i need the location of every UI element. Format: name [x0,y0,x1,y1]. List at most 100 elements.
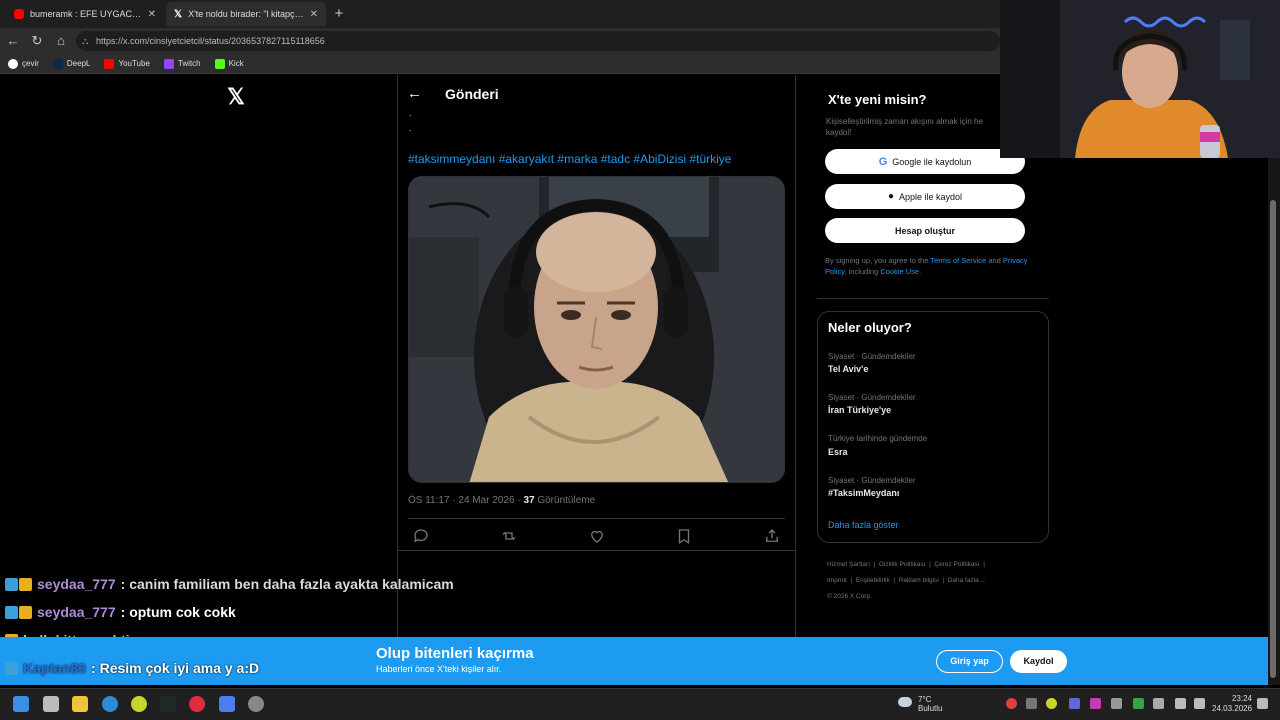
tab-title: bumeramk : EFE UYGAC AKIMI TE [30,9,142,19]
crown-icon [19,605,32,619]
bookmark-kick[interactable]: Kick [214,58,244,69]
post-image[interactable] [408,176,785,483]
url-text: https://x.com/cinsiyetcietcil/status/203… [96,36,325,46]
chat-message: Kaptan80 : Resim çok iyi ama y a:D [5,660,259,676]
microphone-icon[interactable] [1153,698,1164,709]
repost-icon[interactable] [500,527,518,545]
youtube-icon [14,9,24,19]
tray-app-icon[interactable] [1090,698,1101,709]
footer-link[interactable]: Reklam bilgisi [899,577,939,584]
twitch-icon [163,58,174,69]
chat-badge-icon [5,605,18,619]
chat-username: seydaa_777 [37,576,116,592]
kick-icon [214,58,225,69]
edge-icon[interactable] [102,696,118,712]
home-icon[interactable]: ⌂ [51,32,71,50]
app-icon[interactable] [219,696,235,712]
bookmark-icon[interactable] [675,527,693,545]
trend-item[interactable]: Tel Aviv'e [828,364,868,374]
bookmark-twitch[interactable]: Twitch [163,58,201,69]
trend-item[interactable]: İran Türkiye'ye [828,405,891,415]
browser-tab-bar: bumeramk : EFE UYGAC AKIMI TE ✕ 𝕏 X'te n… [0,0,1000,28]
apple-signup-button[interactable]: ● Apple ile kaydol [825,184,1025,209]
apple-icon: ● [887,191,894,202]
browser-toolbar: ← ↻ ⌂ ⛬ https://x.com/cinsiyetcietcil/st… [0,28,1000,54]
volume-icon[interactable] [1194,698,1205,709]
tray-app-icon[interactable] [1026,698,1037,709]
app-icon[interactable] [248,696,264,712]
new-tab-button[interactable]: + [330,5,348,23]
post-time[interactable]: ÖS 11:17 · 24 Mar 2026 · [408,495,521,506]
terms-link[interactable]: Terms of Service [930,256,986,265]
tray-app-icon[interactable] [1069,698,1080,709]
file-explorer-icon[interactable] [72,696,88,712]
bookmark-youtube[interactable]: YouTube [104,58,150,69]
media-player-icon[interactable] [189,696,205,712]
trend-item[interactable]: Esra [828,447,848,457]
trends-title: Neler oluyor? [828,320,912,335]
footer-link[interactable]: Çerez Politikası [934,561,979,568]
trend-category: Siyaset · Gündemdekiler [828,476,916,485]
reload-icon[interactable]: ↻ [27,32,47,50]
x-logo-icon[interactable]: 𝕏 [225,84,247,110]
signup-button[interactable]: Kaydol [1010,650,1067,673]
terminal-icon[interactable] [160,696,176,712]
like-icon[interactable] [588,527,606,545]
back-arrow-icon[interactable]: ← [3,32,23,50]
signup-title: X'te yeni misin? [828,92,927,107]
close-tab-icon[interactable]: ✕ [148,9,156,20]
login-button[interactable]: Giriş yap [936,650,1003,673]
page-title: Gönderi [445,86,499,102]
post-meta: ÖS 11:17 · 24 Mar 2026 · 37 Görüntüleme [408,495,595,506]
footer-link[interactable]: Imprint [827,577,847,584]
footer-link[interactable]: Erişilebilirlik [856,577,890,584]
site-info-icon[interactable]: ⛬ [82,31,88,51]
network-icon[interactable] [1175,698,1186,709]
browser-tab-2[interactable]: 𝕏 X'te noldu birader: "l kitapçığı . . .… [166,2,326,26]
create-account-button[interactable]: Hesap oluştur [825,218,1025,243]
share-icon[interactable] [763,527,781,545]
trends-card [817,311,1049,543]
tray-app-icon[interactable] [1046,698,1057,709]
signup-terms: By signing up, you agree to the Terms of… [825,256,1028,276]
notification-bell-icon[interactable] [1257,698,1268,709]
bookmark-deepl[interactable]: DeepL [52,58,90,69]
tray-app-icon[interactable] [1006,698,1017,709]
windows-start-icon[interactable] [13,696,29,712]
tab-title: X'te noldu birader: "l kitapçığı . . . [188,9,304,19]
chat-badge-icon [5,661,18,675]
divider [397,550,796,551]
reply-icon[interactable] [412,527,430,545]
back-arrow-icon[interactable]: ← [407,85,422,102]
weather-widget[interactable]: 7°C Bulutlu [898,695,942,713]
close-tab-icon[interactable]: ✕ [310,9,318,20]
bookmark-cevir[interactable]: çevir [8,58,39,69]
task-view-icon[interactable] [43,696,59,712]
footer-link[interactable]: Gizlilik Politikası [879,561,926,568]
footer-link[interactable]: Daha fazla ... [948,577,986,584]
cookie-link[interactable]: Cookie Use. [880,267,921,276]
post-actions [408,527,785,545]
app-icon[interactable] [131,696,147,712]
post-text-line: . [409,108,412,118]
divider [817,298,1049,299]
google-icon: G [878,155,888,168]
show-more-link[interactable]: Daha fazla göster [828,520,899,530]
taskbar-clock[interactable]: 23:24 24.03.2026 [1212,694,1252,714]
google-signup-button[interactable]: G Google ile kaydolun [825,149,1025,174]
tray-app-icon[interactable] [1133,698,1144,709]
footer-link[interactable]: Hizmet Şartları [827,561,870,568]
post-hashtags[interactable]: #taksimmeydanı #akaryakıt #marka #tadc #… [408,152,731,166]
chat-username: Kaptan80 [23,660,87,676]
banner-title: Olup bitenleri kaçırma [376,645,534,662]
deepl-icon [52,58,63,69]
tray-app-icon[interactable] [1111,698,1122,709]
chat-message: seydaa_777 : optum cok cokk [5,604,236,620]
signup-subtitle: Kişiselleştirilmiş zaman akışını almak i… [826,117,983,137]
trend-item[interactable]: #TaksimMeydanı [828,488,899,498]
address-bar[interactable]: ⛬ https://x.com/cinsiyetcietcil/status/2… [76,31,1000,51]
chat-text: : optum cok cokk [120,604,236,620]
x-logo-icon: 𝕏 [174,8,183,20]
scrollbar-thumb[interactable] [1270,200,1276,678]
browser-tab-1[interactable]: bumeramk : EFE UYGAC AKIMI TE ✕ [6,2,164,26]
